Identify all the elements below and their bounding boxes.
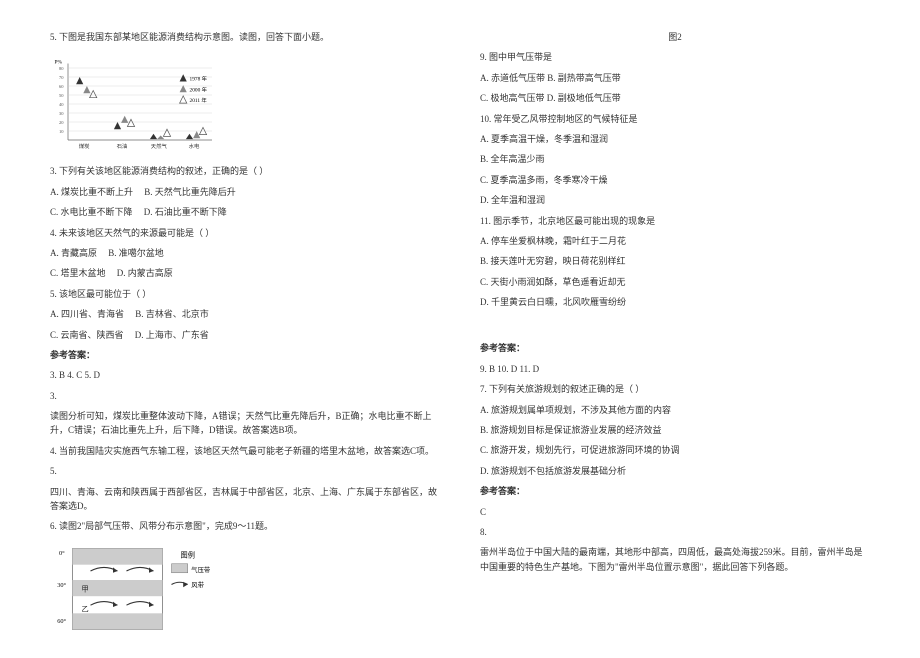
q5b: B. 吉林省、北京市 (135, 309, 209, 319)
q4a: A. 青藏高原 (50, 248, 97, 258)
q9: 9. 图中甲气压带是 (480, 50, 870, 64)
svg-text:50: 50 (59, 93, 64, 98)
legend-title: 图例 (181, 550, 195, 559)
q10b: B. 全年高温少雨 (480, 152, 870, 166)
q4: 4. 未来该地区天然气的来源最可能是（ ） (50, 226, 440, 240)
svg-text:40: 40 (59, 102, 64, 107)
exp3-num: 3. (50, 389, 440, 403)
q4d: D. 内蒙古高原 (117, 268, 173, 278)
legend-2011: 2011 年 (190, 97, 208, 105)
reference-answer-label-2: 参考答案： (480, 341, 870, 355)
svg-text:10: 10 (59, 129, 64, 134)
svg-text:80: 80 (59, 66, 64, 71)
q5-row1: A. 四川省、青海省 B. 吉林省、北京市 (50, 307, 440, 321)
exp-q3: 读图分析可知，煤炭比重整体波动下降，A错误；天然气比重先降后升，B正确；水电比重… (50, 409, 440, 438)
svg-text:70: 70 (59, 75, 64, 80)
q5c: C. 云南省、陕西省 (50, 330, 124, 340)
exp-q4: 4. 当前我国陆灾实施西气东输工程，该地区天然气最可能老子新疆的塔里木盆地，故答… (50, 444, 440, 458)
q5d: D. 上海市、广东省 (135, 330, 209, 340)
q10c: C. 夏季高温多雨，冬季寒冷干燥 (480, 173, 870, 187)
svg-text:乙: 乙 (82, 605, 89, 613)
q4b: B. 准噶尔盆地 (108, 248, 164, 258)
q10: 10. 常年受乙风带控制地区的气候特征是 (480, 112, 870, 126)
xlabel-coal: 煤炭 (79, 142, 90, 150)
q4-row2: C. 塔里木盆地 D. 内蒙古高原 (50, 266, 440, 280)
reference-answer-label: 参考答案： (50, 348, 440, 362)
legend-1978: 1978 年 (190, 75, 208, 83)
tick-0: 0° (59, 550, 65, 557)
q3c: C. 水电比重不断下降 (50, 207, 133, 217)
document-page: 5. 下图是我国东部某地区能源消费结构示意图。读图，回答下面小题。 P% 80 7… (0, 0, 920, 658)
q7a: A. 旅游规划属单项规划，不涉及其他方面的内容 (480, 403, 870, 417)
legend-pressure: 气压带 (191, 565, 210, 574)
q10d: D. 全年温和湿润 (480, 193, 870, 207)
answers-345: 3. B 4. C 5. D (50, 368, 440, 382)
svg-text:20: 20 (59, 120, 64, 125)
q3: 3. 下列有关该地区能源消费结构的叙述，正确的是（ ） (50, 164, 440, 178)
q11c: C. 天街小雨润如酥，草色遥看近却无 (480, 275, 870, 289)
q7d: D. 旅游规划不包括旅游发展基础分析 (480, 464, 870, 478)
q9b: C. 极地高气压带 D. 副极地低气压带 (480, 91, 870, 105)
pressure-belt-diagram: 0° 30° 60° 甲 乙 图例 气压带 风带 (50, 544, 230, 634)
right-column: 图2 9. 图中甲气压带是 A. 赤道低气压带 B. 副热带高气压带 C. 极地… (480, 30, 870, 638)
fig2-caption: 图2 (480, 30, 870, 44)
q8-num: 8. (480, 525, 870, 539)
legend-wind: 风带 (191, 581, 204, 589)
xlabel-oil: 石油 (117, 142, 128, 150)
q7b: B. 旅游规划目标是保证旅游业发展的经济效益 (480, 423, 870, 437)
answers-9-11: 9. B 10. D 11. D (480, 362, 870, 376)
tick-60: 60° (57, 618, 66, 625)
tick-30: 30° (57, 582, 66, 589)
svg-text:30: 30 (59, 111, 64, 116)
q4c: C. 塔里木盆地 (50, 268, 106, 278)
q5-row2: C. 云南省、陕西省 D. 上海市、广东省 (50, 328, 440, 342)
q4-row1: A. 青藏高原 B. 准噶尔盆地 (50, 246, 440, 260)
q10a: A. 夏季高温干燥，冬季温和湿润 (480, 132, 870, 146)
q5-intro: 5. 下图是我国东部某地区能源消费结构示意图。读图，回答下面小题。 (50, 30, 440, 44)
exp-q5: 四川、青海、云南和陕西属于西部省区，吉林属于中部省区，北京、上海、广东属于东部省… (50, 485, 440, 514)
q6: 6. 读图2"局部气压带、风带分布示意图"，完成9～11题。 (50, 519, 440, 533)
q5: 5. 该地区最可能位于（ ） (50, 287, 440, 301)
xlabel-hydro: 水电 (189, 142, 200, 150)
q11a: A. 停车坐爱枫林晚，霜叶红于二月花 (480, 234, 870, 248)
exp5-num: 5. (50, 464, 440, 478)
q3-row2: C. 水电比重不断下降 D. 石油比重不断下降 (50, 205, 440, 219)
xlabel-gas: 天然气 (151, 142, 168, 150)
energy-chart: P% 80 70 60 50 40 30 20 10 (50, 54, 230, 154)
q7: 7. 下列有关旅游规划的叙述正确的是（ ） (480, 382, 870, 396)
q3b: B. 天然气比重先降后升 (144, 187, 236, 197)
q11d: D. 千里黄云白日曛，北风吹雁雪纷纷 (480, 295, 870, 309)
q8-text: 雷州半岛位于中国大陆的最南端，其地形中部高，四周低，最高处海拔259米。目前，雷… (480, 545, 870, 574)
q3-row1: A. 煤炭比重不断上升 B. 天然气比重先降后升 (50, 185, 440, 199)
q9a: A. 赤道低气压带 B. 副热带高气压带 (480, 71, 870, 85)
svg-text:甲: 甲 (82, 586, 89, 594)
legend-2000: 2000 年 (190, 86, 208, 94)
spacer (480, 315, 870, 335)
answer-q7: C (480, 505, 870, 519)
svg-text:P%: P% (55, 60, 63, 66)
q3a: A. 煤炭比重不断上升 (50, 187, 133, 197)
svg-text:60: 60 (59, 84, 64, 89)
q7c: C. 旅游开发，规划先行，可促进旅游同环境的协调 (480, 443, 870, 457)
left-column: 5. 下图是我国东部某地区能源消费结构示意图。读图，回答下面小题。 P% 80 7… (50, 30, 440, 638)
reference-answer-label-3: 参考答案： (480, 484, 870, 498)
q11: 11. 图示季节，北京地区最可能出现的现象是 (480, 214, 870, 228)
q5a: A. 四川省、青海省 (50, 309, 124, 319)
q3d: D. 石油比重不断下降 (144, 207, 227, 217)
q11b: B. 接天莲叶无穷碧，映日荷花别样红 (480, 254, 870, 268)
